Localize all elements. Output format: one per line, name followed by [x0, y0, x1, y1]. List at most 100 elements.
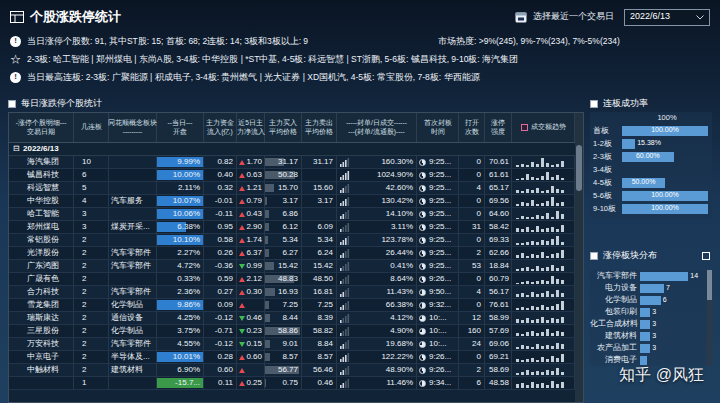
collapse-icon[interactable]: ⊟: [13, 143, 20, 155]
up-arrow-icon: [239, 160, 245, 165]
bar-row[interactable]: 2-3板60.00%: [590, 150, 712, 163]
panel-heading: 连板成功率: [590, 96, 712, 112]
table-cell: 5.34: [265, 234, 302, 246]
up-arrow-icon: [239, 381, 245, 386]
table-cell: 130.42%: [337, 195, 417, 207]
bar-row[interactable]: 9-10板100.00%: [590, 202, 712, 215]
sector-row[interactable]: 包装印刷3: [590, 306, 707, 318]
bar-row[interactable]: 3-4板: [590, 163, 712, 176]
table-cell: 0.63: [237, 169, 265, 181]
limit-strength: 48.58: [489, 377, 509, 389]
bar-row[interactable]: 首板100.00%: [590, 124, 712, 137]
table-row[interactable]: 广晟有色20.33%0.592.1248.8348.508.64%9:26...…: [9, 273, 575, 286]
sell-price: 8.57: [317, 351, 333, 363]
first-seal-time: 10:...: [429, 312, 447, 324]
table-cell: 8.57: [265, 351, 302, 363]
bar-row[interactable]: 4-5板50.00%: [590, 176, 712, 189]
sector-row[interactable]: 建筑材料3: [590, 330, 707, 342]
table-row[interactable]: 铖昌科技610.00%0.400.6350.281024.90%9:25...0…: [9, 169, 575, 182]
sector-row[interactable]: 化学制品6: [590, 294, 707, 306]
table-row[interactable]: 广东鸿图2汽车零部件4.72%-0.360.9915.4215.420.41%9…: [9, 260, 575, 273]
column-header-content: 成交额趋势: [521, 123, 566, 131]
fund-flow-5d: 0.15: [246, 338, 262, 350]
column-header[interactable]: -----封单/日成交---------(封单/流通股)----: [337, 113, 417, 142]
column-header[interactable]: -涨停个股明细---交易日期: [9, 113, 74, 142]
column-title: ---(封单/流通股)----: [348, 128, 404, 136]
checkbox[interactable]: [590, 252, 598, 260]
column-header[interactable]: 成交额趋势: [512, 113, 575, 142]
table-row[interactable]: 万安科技2汽车零部件4.55%-0.120.159.018.8419.68%10…: [9, 338, 575, 351]
table-cell: 哈工智能: [9, 208, 74, 220]
sector-label: 汽车零部件: [590, 270, 640, 281]
scrollbar[interactable]: [575, 113, 583, 402]
table-row[interactable]: 中京电子2半导体及...10.01%0.280.608.578.57122.22…: [9, 351, 575, 364]
buy-price: 16.93: [278, 286, 298, 298]
column-header[interactable]: 主力买入平均价格: [265, 113, 302, 142]
sector-row[interactable]: 化工合成材料3: [590, 318, 707, 330]
open-count: 53: [472, 260, 481, 272]
sector-row[interactable]: 汽车零部件14: [590, 270, 707, 282]
table-cell: 70.61: [485, 156, 512, 168]
table-cell: 0.30: [237, 286, 265, 298]
turnover-sparkline: [516, 222, 566, 232]
table-row[interactable]: 海汽集团109.99%0.821.7031.1731.17160.30%9:25…: [9, 156, 575, 169]
checkbox[interactable]: [521, 124, 528, 131]
table-row[interactable]: 三星股份2化学制品3.75%-0.710.2358.8658.824.90%10…: [9, 325, 575, 338]
table-row[interactable]: 雪龙集团2化学制品9.86%0.097.257.2566.38%9:32...0…: [9, 299, 575, 312]
stock-name: 广东鸿图: [27, 260, 59, 272]
column-header[interactable]: 首次封板时间: [417, 113, 459, 142]
column-header[interactable]: 主力资金流入(亿): [204, 113, 237, 142]
checkbox[interactable]: [590, 100, 598, 108]
date-dropdown[interactable]: 2022/6/13: [624, 9, 710, 26]
limit-strength: 65.17: [489, 182, 509, 194]
board-count: 1: [82, 377, 86, 389]
scrollbar[interactable]: [707, 270, 712, 366]
checkbox[interactable]: [8, 100, 16, 108]
bar-fill: [640, 308, 650, 317]
bar-track: 60.00%: [622, 152, 708, 162]
table-cell: 69.56: [485, 195, 512, 207]
table-row[interactable]: 科远智慧52.11%0.321.2115.7015.6042.60%9:25..…: [9, 182, 575, 195]
column-header[interactable]: 同花顺概念板块---------: [109, 113, 157, 142]
table-row[interactable]: 哈工智能310.06%-0.110.436.8614.10%9:25...064…: [9, 208, 575, 221]
sector-row[interactable]: 电力设备7: [590, 282, 707, 294]
table-row[interactable]: 中触材料2建筑材料6.90%0.6056.7756.4648.90%9:26..…: [9, 364, 575, 377]
sector-row[interactable]: 消费电子: [590, 354, 707, 366]
table-cell: 160: [459, 325, 485, 337]
bar-row[interactable]: 1-2板15.38%: [590, 137, 712, 150]
column-header[interactable]: 主力卖出平均价格: [302, 113, 337, 142]
table-row[interactable]: 常铝股份210.10%0.581.745.345.34123.78%9:25..…: [9, 234, 575, 247]
scrollbar-thumb[interactable]: [576, 145, 582, 191]
table-cell: 0: [459, 169, 485, 181]
table-cell: 10:...: [417, 312, 459, 324]
table-cell: 10:...: [417, 338, 459, 350]
column-header[interactable]: --当日---开盘: [157, 113, 204, 142]
table-row[interactable]: 郑州煤电3煤炭开采...6.38%0.952.906.126.093.11%9:…: [9, 221, 575, 234]
table-row[interactable]: 1-15.7...0.110.250.750.4611.46%9:34...64…: [9, 377, 575, 390]
table-row[interactable]: 中华控股4汽车服务10.07%-0.010.793.173.17130.42%9…: [9, 195, 575, 208]
turnover-sparkline: [516, 326, 566, 336]
down-arrow-icon: [239, 329, 245, 334]
table-row[interactable]: 瑞斯康达2通信设备4.25%-0.120.468.448.394.12%10:.…: [9, 312, 575, 325]
bar-fill: [640, 272, 688, 281]
sector-row[interactable]: 农产品加工3: [590, 342, 707, 354]
bar-value: 7: [666, 284, 670, 293]
buy-price: 6.12: [282, 221, 298, 233]
column-header[interactable]: 打开次数: [459, 113, 485, 142]
column-header[interactable]: 近5日主力净流入: [237, 113, 265, 142]
column-header[interactable]: 几连板: [74, 113, 109, 142]
table-row[interactable]: 光洋股份2汽车零部件2.27%0.266.376.276.2426.44%9:2…: [9, 247, 575, 260]
column-title: -----封单/日成交------: [346, 119, 407, 127]
date-group-row[interactable]: ⊟2022/6/13: [9, 143, 575, 156]
open-change: 6.90%: [177, 364, 200, 376]
table-row[interactable]: 合力科技2汽车零部件2.36%0.270.3016.9316.8111.43%9…: [9, 286, 575, 299]
seal-ratio: 3.11%: [391, 221, 413, 233]
table-cell: 10.06%: [157, 208, 204, 220]
table-cell: 汽车零部件: [109, 247, 157, 259]
scrollbar-thumb[interactable]: [707, 270, 712, 300]
table-cell: 0: [459, 208, 485, 220]
table-cell: 9:25...: [417, 182, 459, 194]
clock-icon: [419, 276, 426, 283]
column-header[interactable]: 涨停强度: [485, 113, 512, 142]
bar-row[interactable]: 5-6板100.00%: [590, 189, 712, 202]
